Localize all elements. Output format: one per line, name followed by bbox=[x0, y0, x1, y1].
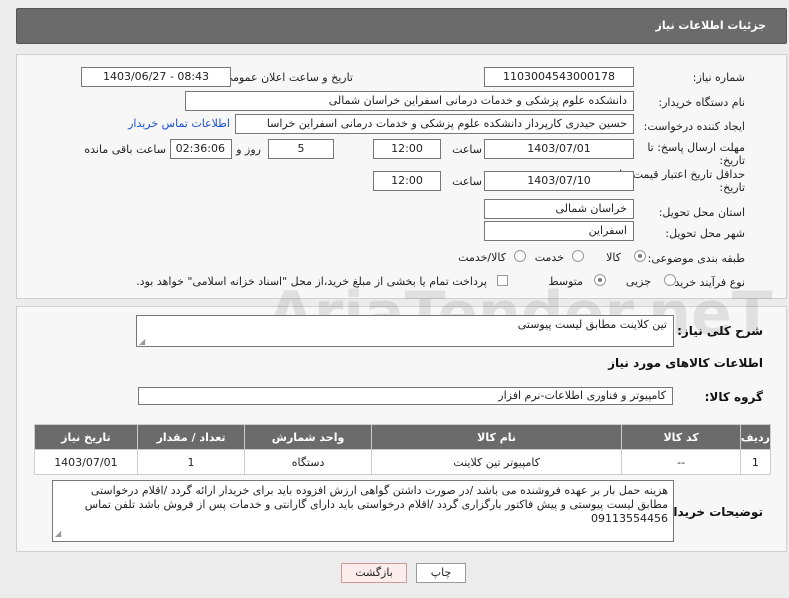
validity-time-label: ساعت bbox=[452, 175, 482, 188]
cell-item-code: -- bbox=[621, 449, 741, 475]
back-button[interactable]: بازگشت bbox=[341, 563, 407, 583]
category-radio-goods-service[interactable] bbox=[514, 250, 526, 262]
cell-item-name: کامپیوتر تین کلاینت bbox=[370, 449, 623, 475]
buyer-org-field: دانشکده علوم پزشکی و خدمات درمانی اسفرای… bbox=[185, 91, 634, 111]
process-radio-minor[interactable] bbox=[664, 274, 676, 286]
summary-textarea: تین کلاینت مطابق لیست پیوستی ◢ bbox=[136, 315, 674, 347]
col-item-name: نام کالا bbox=[370, 424, 623, 450]
deadline-label: مهلت ارسال پاسخ: تا bbox=[647, 141, 745, 154]
announce-field: 1403/06/27 - 08:43 bbox=[81, 67, 231, 87]
buyer-notes-label: توضیحات خریدار: bbox=[661, 505, 763, 519]
days-remaining-field: 5 bbox=[268, 139, 334, 159]
need-number-label: شماره نیاز: bbox=[692, 71, 745, 84]
announce-label: تاریخ و ساعت اعلان عمومی: bbox=[220, 71, 353, 84]
city-field: اسفراین bbox=[484, 221, 634, 241]
category-radio-service[interactable] bbox=[572, 250, 584, 262]
col-need-date: تاریخ نیاز bbox=[34, 424, 138, 450]
validity-label: حداقل تاریخ اعتبار قیمت: تا bbox=[619, 168, 745, 181]
buyer-notes-textarea: هزینه حمل بار بر عهده فروشنده می باشد /د… bbox=[52, 480, 674, 542]
buyer-notes-text: هزینه حمل بار بر عهده فروشنده می باشد /د… bbox=[84, 484, 668, 525]
print-button[interactable]: چاپ bbox=[416, 563, 466, 583]
page-header: جزئیات اطلاعات نیاز bbox=[16, 8, 787, 44]
province-field: خراسان شمالی bbox=[484, 199, 634, 219]
cell-need-date: 1403/07/01 bbox=[34, 449, 138, 475]
col-item-code: کد کالا bbox=[621, 424, 741, 450]
col-unit: واحد شمارش bbox=[244, 424, 372, 450]
treasury-payment-note: پرداخت تمام یا بخشی از مبلغ خرید،از محل … bbox=[136, 275, 487, 288]
category-option-goods-service: کالا/خدمت bbox=[458, 251, 506, 264]
cell-row-number: 1 bbox=[739, 449, 772, 475]
buyer-org-label: نام دستگاه خریدار: bbox=[658, 96, 745, 109]
buyer-contact-link[interactable]: اطلاعات تماس خریدار bbox=[128, 117, 230, 130]
need-number-field: 1103004543000178 bbox=[484, 67, 634, 87]
city-label: شهر محل تحویل: bbox=[665, 227, 745, 240]
process-label: نوع فرآیند خرید : bbox=[667, 276, 745, 289]
col-quantity: تعداد / مقدار bbox=[136, 424, 246, 450]
deadline-date-field: 1403/07/01 bbox=[484, 139, 634, 159]
validity-time-field: 12:00 bbox=[373, 171, 441, 191]
category-radio-goods[interactable] bbox=[634, 250, 646, 262]
category-option-service: خدمت bbox=[534, 251, 564, 264]
deadline-date-label: تاریخ: bbox=[719, 154, 745, 167]
time-remaining-label: ساعت باقی مانده bbox=[84, 143, 166, 156]
cell-quantity: 1 bbox=[136, 449, 246, 475]
creator-field: حسین حیدری کارپرداز دانشکده علوم پزشکی و… bbox=[235, 114, 634, 134]
deadline-time-label: ساعت bbox=[452, 143, 482, 156]
goods-table: ردیف کد کالا نام کالا واحد شمارش تعداد /… bbox=[34, 424, 772, 475]
summary-label: شرح کلی نیاز: bbox=[677, 324, 763, 338]
goods-info-title: اطلاعات کالاهای مورد نیاز bbox=[608, 356, 763, 370]
treasury-payment-checkbox[interactable] bbox=[497, 275, 508, 286]
creator-label: ایجاد کننده درخواست: bbox=[643, 120, 745, 133]
process-option-medium: متوسط bbox=[548, 275, 583, 288]
summary-text: تین کلاینت مطابق لیست پیوستی bbox=[517, 318, 667, 331]
col-row-number: ردیف bbox=[739, 424, 772, 450]
resize-grip-icon: ◢ bbox=[139, 337, 146, 346]
province-label: استان محل تحویل: bbox=[658, 206, 745, 219]
category-label: طبقه بندی موضوعی: bbox=[647, 252, 745, 265]
table-header-row: ردیف کد کالا نام کالا واحد شمارش تعداد /… bbox=[34, 424, 772, 450]
page-title: جزئیات اطلاعات نیاز bbox=[655, 19, 767, 32]
goods-group-field: کامپیوتر و فناوری اطلاعات-نرم افزار bbox=[138, 387, 673, 405]
process-option-minor: جزیی bbox=[625, 275, 651, 288]
validity-date-field: 1403/07/10 bbox=[484, 171, 634, 191]
process-radio-medium[interactable] bbox=[594, 274, 606, 286]
resize-grip-icon: ◢ bbox=[55, 529, 62, 538]
days-label: روز و bbox=[236, 143, 261, 156]
cell-unit: دستگاه bbox=[244, 449, 372, 475]
validity-date-label: تاریخ: bbox=[719, 181, 745, 194]
table-row: 1 -- کامپیوتر تین کلاینت دستگاه 1 1403/0… bbox=[34, 449, 772, 475]
goods-group-label: گروه کالا: bbox=[704, 390, 763, 404]
deadline-time-field: 12:00 bbox=[373, 139, 441, 159]
category-option-goods: کالا bbox=[606, 251, 621, 264]
time-remaining-field: 02:36:06 bbox=[170, 139, 232, 159]
